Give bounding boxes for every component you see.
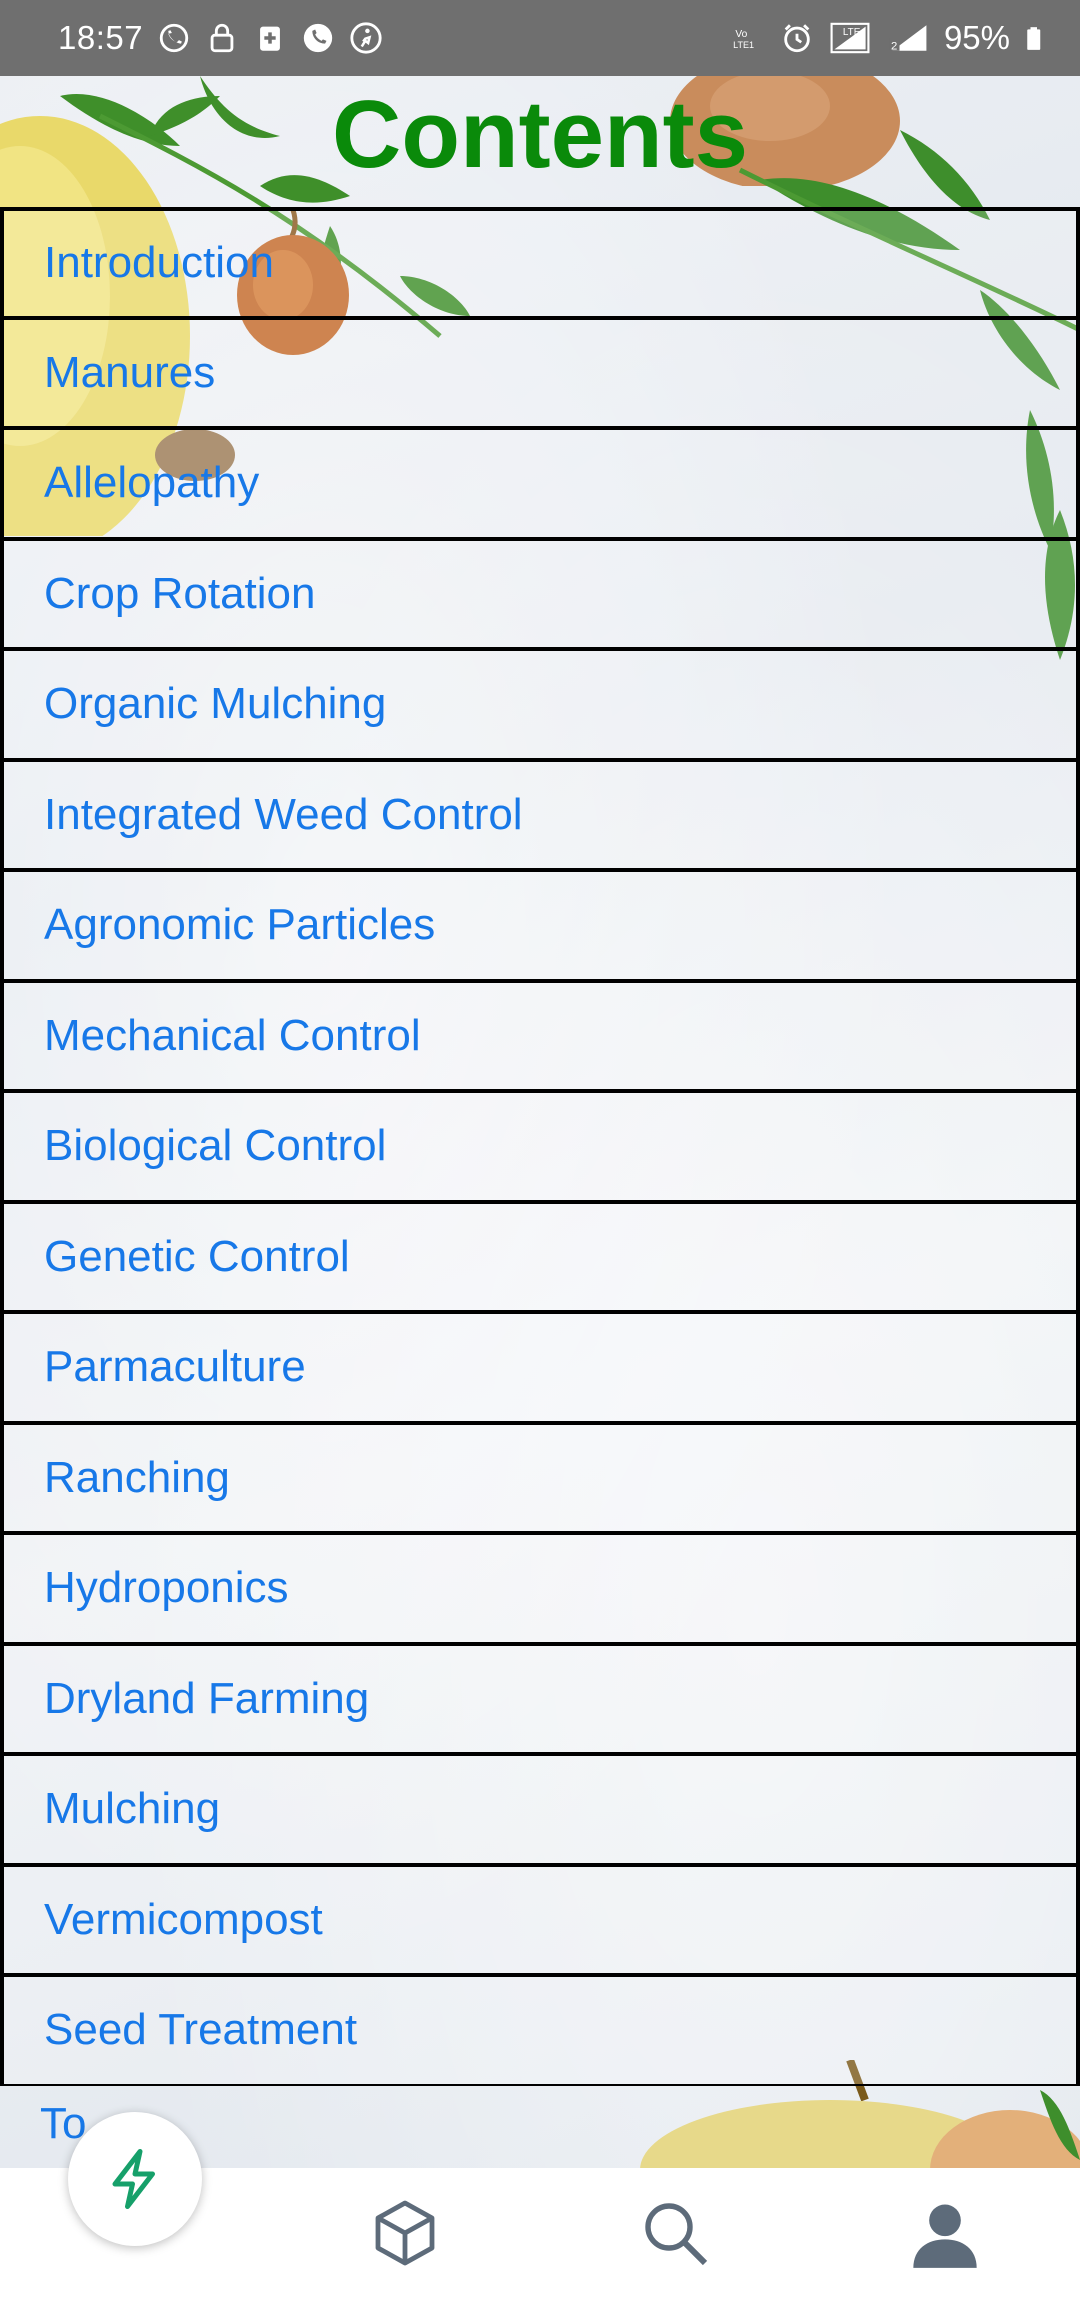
battery-icon: [1027, 27, 1041, 50]
topic-item[interactable]: Hydroponics: [0, 1533, 1080, 1644]
topic-label[interactable]: Genetic Control: [44, 1232, 350, 1282]
topic-label[interactable]: Integrated Weed Control: [44, 790, 523, 840]
contents-screen: 18:57 Vo LTE1 LTE 2 95% Contents Introdu…: [0, 0, 1080, 2298]
topic-item[interactable]: Crop Rotation: [0, 538, 1080, 649]
phone-icon: [303, 23, 333, 53]
status-left: 18:57: [58, 19, 383, 57]
topic-item[interactable]: Vermicompost: [0, 1864, 1080, 1975]
battery-percentage: 95%: [943, 19, 1010, 56]
topic-item[interactable]: Parmaculture: [0, 1312, 1080, 1423]
topic-item[interactable]: Mulching: [0, 1754, 1080, 1865]
lock-icon: [210, 23, 234, 53]
topic-item[interactable]: Manures: [0, 317, 1080, 428]
svg-text:2: 2: [891, 40, 897, 52]
page-title: Contents: [332, 81, 748, 188]
svg-text:Vo: Vo: [735, 29, 747, 40]
topic-item[interactable]: Mechanical Control: [0, 980, 1080, 1091]
topic-label[interactable]: Seed Treatment: [44, 2005, 357, 2055]
status-bar: 18:57 Vo LTE1 LTE 2 95%: [0, 0, 1080, 76]
nav-item-search[interactable]: [595, 2168, 755, 2298]
svg-text:LTE1: LTE1: [733, 40, 754, 50]
topic-item[interactable]: Dryland Farming: [0, 1643, 1080, 1754]
topic-item[interactable]: Integrated Weed Control: [0, 759, 1080, 870]
search-icon[interactable]: [639, 2197, 711, 2269]
topic-label[interactable]: Parmaculture: [44, 1342, 306, 1392]
signal-lte-sim1-icon: LTE: [830, 22, 870, 54]
topic-label[interactable]: Dryland Farming: [44, 1674, 369, 1724]
topic-label[interactable]: Agronomic Particles: [44, 900, 435, 950]
topic-label[interactable]: Introduction: [44, 238, 274, 288]
topic-item[interactable]: Seed Treatment: [0, 1975, 1080, 2086]
topic-label[interactable]: Mulching: [44, 1784, 220, 1834]
topic-label[interactable]: Biological Control: [44, 1121, 386, 1171]
nav-item-catalog[interactable]: [325, 2168, 485, 2298]
topic-label[interactable]: Allelopathy: [44, 458, 259, 508]
topic-item[interactable]: Introduction: [0, 207, 1080, 318]
alarm-icon: [784, 24, 810, 53]
topic-label[interactable]: Organic Mulching: [44, 679, 386, 729]
volte-icon: VoLTE1: [733, 29, 754, 50]
status-right: Vo LTE1 LTE 2 95%: [732, 19, 1050, 57]
topic-item[interactable]: Organic Mulching: [0, 649, 1080, 760]
topic-label[interactable]: Vermicompost: [44, 1895, 323, 1945]
status-time: 18:57: [58, 19, 144, 56]
whatsapp-icon: [159, 23, 189, 53]
svg-text:LTE: LTE: [843, 27, 861, 38]
topic-item[interactable]: Biological Control: [0, 1091, 1080, 1202]
topic-label[interactable]: Ranching: [44, 1453, 230, 1503]
topic-label[interactable]: Manures: [44, 348, 215, 398]
flash-icon: [112, 2149, 155, 2209]
cube-icon[interactable]: [369, 2197, 441, 2269]
topic-item[interactable]: Ranching: [0, 1422, 1080, 1533]
topic-list: Introduction Manures Allelopathy Crop Ro…: [0, 207, 1080, 2086]
topic-label[interactable]: Mechanical Control: [44, 1011, 421, 1061]
topic-item[interactable]: Allelopathy: [0, 428, 1080, 539]
fitness-icon: [350, 22, 382, 54]
profile-icon[interactable]: [907, 2195, 983, 2271]
topic-item[interactable]: Genetic Control: [0, 1201, 1080, 1312]
topic-label[interactable]: Hydroponics: [44, 1563, 289, 1613]
topic-item[interactable]: Agronomic Particles: [0, 870, 1080, 981]
medical-icon: [260, 26, 281, 51]
nav-item-profile[interactable]: [865, 2168, 1025, 2298]
flash-button[interactable]: [68, 2112, 202, 2246]
signal-sim2-icon: 2: [889, 25, 927, 52]
topic-label[interactable]: Crop Rotation: [44, 569, 315, 619]
